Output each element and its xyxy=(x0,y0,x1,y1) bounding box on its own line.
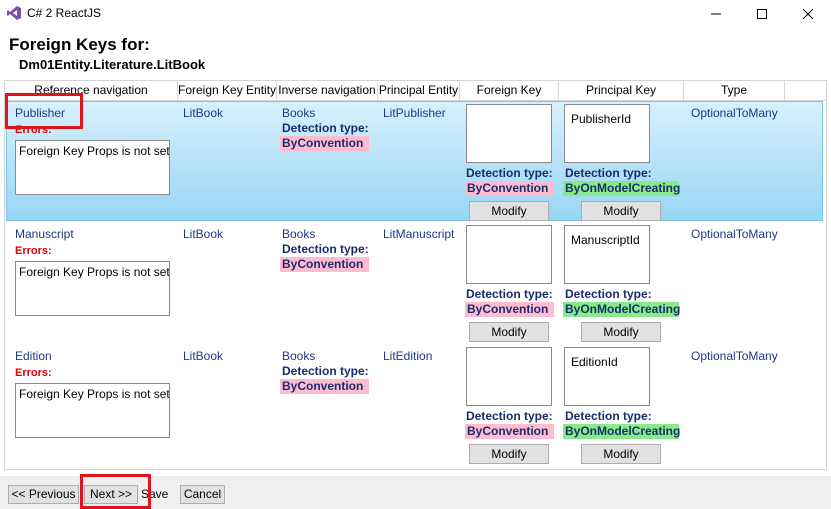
principal-entity-cell: LitPublisher xyxy=(383,106,446,120)
visual-studio-icon xyxy=(7,6,21,20)
errors-textbox[interactable]: Foreign Key Props is not set. xyxy=(15,140,170,195)
errors-textbox[interactable]: Foreign Key Props is not set. xyxy=(15,383,170,438)
modify-principal-key-button[interactable]: Modify xyxy=(581,444,661,464)
modify-foreign-key-button[interactable]: Modify xyxy=(469,444,549,464)
type-cell: OptionalToMany xyxy=(691,349,778,363)
minimize-icon xyxy=(711,13,721,14)
column-header-type[interactable]: Type xyxy=(684,81,785,101)
column-header-inverse-navigation[interactable]: Inverse navigation xyxy=(277,81,378,101)
principal-key-listbox[interactable]: PublisherId xyxy=(564,104,650,163)
column-header-reference-navigation[interactable]: Reference navigation xyxy=(5,81,178,101)
previous-button[interactable]: << Previous xyxy=(8,485,79,504)
column-header-foreign-key[interactable]: Foreign Key xyxy=(460,81,559,101)
maximize-button[interactable] xyxy=(739,0,785,27)
column-header-principal-key[interactable]: Principal Key xyxy=(559,81,684,101)
foreign-key-listbox[interactable] xyxy=(466,225,552,284)
modify-principal-key-button[interactable]: Modify xyxy=(581,322,661,342)
reference-navigation-cell: Publisher xyxy=(15,106,66,120)
detection-type-label: Detection type: xyxy=(565,287,652,301)
foreign-key-entity-cell: LitBook xyxy=(183,227,224,241)
detection-type-badge: ByConvention xyxy=(280,257,369,272)
detection-type-badge: ByConvention xyxy=(465,424,554,439)
reference-navigation-cell: Manuscript xyxy=(15,227,74,241)
detection-type-label: Detection type: xyxy=(466,409,553,423)
errors-label: Errors: xyxy=(15,367,52,379)
reference-navigation-cell: Edition xyxy=(15,349,52,363)
foreign-key-entity-cell: LitBook xyxy=(183,349,224,363)
detection-type-badge: ByConvention xyxy=(465,302,554,317)
errors-label: Errors: xyxy=(15,124,52,136)
foreign-keys-grid[interactable]: Reference navigation Foreign Key Entity … xyxy=(4,80,827,470)
table-row[interactable]: Manuscript Errors: Foreign Key Props is … xyxy=(6,223,823,343)
errors-label: Errors: xyxy=(15,245,52,257)
detection-type-label: Detection type: xyxy=(565,166,652,180)
foreign-key-listbox[interactable] xyxy=(466,104,552,163)
inverse-navigation-cell: Books xyxy=(282,349,316,363)
principal-entity-cell: LitEdition xyxy=(383,349,433,363)
entity-name: Dm01Entity.Literature.LitBook xyxy=(19,57,206,72)
detection-type-label: Detection type: xyxy=(466,287,553,301)
principal-key-listbox[interactable]: ManuscriptId xyxy=(564,225,650,284)
inverse-navigation-cell: Books xyxy=(282,106,316,120)
page-title: Foreign Keys for: xyxy=(9,35,150,54)
close-button[interactable] xyxy=(785,0,831,27)
cancel-button[interactable]: Cancel xyxy=(180,485,225,504)
column-header-principal-entity[interactable]: Principal Entity xyxy=(378,81,460,101)
window-title: C# 2 ReactJS xyxy=(27,6,102,20)
detection-type-badge: ByConvention xyxy=(465,181,554,196)
column-header-filler xyxy=(785,81,826,101)
inverse-navigation-cell: Books xyxy=(282,227,316,241)
detection-type-badge: ByOnModelCreating xyxy=(563,181,681,196)
detection-type-label: Detection type: xyxy=(282,242,369,256)
table-row[interactable]: Edition Errors: Foreign Key Props is not… xyxy=(6,345,823,465)
foreign-key-listbox[interactable] xyxy=(466,347,552,406)
modify-principal-key-button[interactable]: Modify xyxy=(581,201,661,221)
detection-type-badge: ByConvention xyxy=(280,136,369,151)
principal-key-listbox[interactable]: EditionId xyxy=(564,347,650,406)
column-header-foreign-key-entity[interactable]: Foreign Key Entity xyxy=(178,81,277,101)
errors-textbox[interactable]: Foreign Key Props is not set. xyxy=(15,261,170,316)
detection-type-label: Detection type: xyxy=(565,409,652,423)
detection-type-label: Detection type: xyxy=(282,121,369,135)
type-cell: OptionalToMany xyxy=(691,106,778,120)
modify-foreign-key-button[interactable]: Modify xyxy=(469,201,549,221)
table-row[interactable]: Publisher Errors: Foreign Key Props is n… xyxy=(6,101,823,221)
foreign-key-entity-cell: LitBook xyxy=(183,106,224,120)
detection-type-label: Detection type: xyxy=(282,364,369,378)
next-button[interactable]: Next >> xyxy=(84,485,138,504)
type-cell: OptionalToMany xyxy=(691,227,778,241)
close-icon xyxy=(803,8,813,19)
maximize-icon xyxy=(757,8,767,19)
principal-entity-cell: LitManuscript xyxy=(383,227,455,241)
minimize-button[interactable] xyxy=(693,0,739,27)
detection-type-badge: ByOnModelCreating xyxy=(563,424,681,439)
detection-type-badge: ByOnModelCreating xyxy=(563,302,681,317)
detection-type-label: Detection type: xyxy=(466,166,553,180)
save-button[interactable]: Save xyxy=(141,487,168,501)
detection-type-badge: ByConvention xyxy=(280,379,369,394)
title-bar: C# 2 ReactJS xyxy=(0,0,831,27)
modify-foreign-key-button[interactable]: Modify xyxy=(469,322,549,342)
